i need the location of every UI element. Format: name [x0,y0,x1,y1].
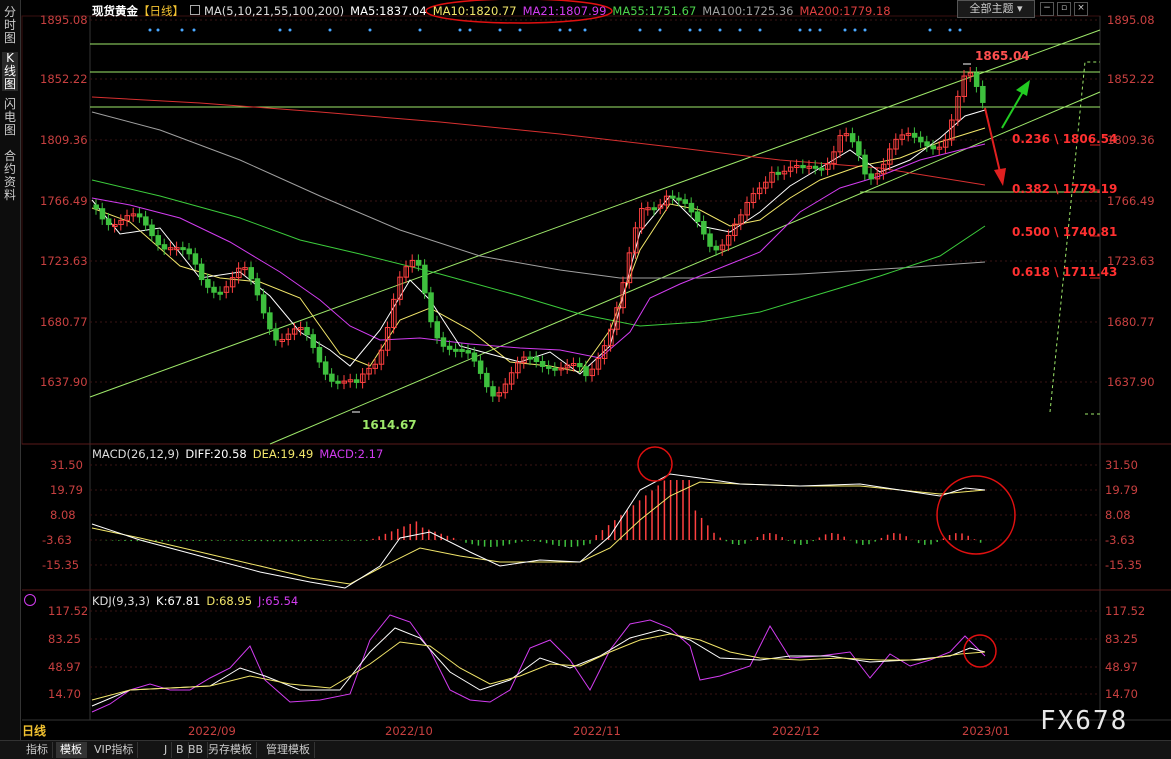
price-tick-label: 1637.90 [1107,375,1155,389]
tab-contract-info[interactable]: 合约资料 [2,150,18,202]
candlesticks [93,63,986,413]
instrument-name: 现货黄金 [92,4,138,18]
price-tick-label: 1852.22 [1107,72,1155,86]
ma-params: MA(5,10,21,55,100,200) [204,4,345,18]
up-arrow [1001,89,1025,129]
ma200-value: MA200:1779.18 [799,4,891,18]
side-tab-bar: 分时图 K线图 闪电图 合约资料 [0,0,21,740]
fib-0500: 0.500 \ 1740.81 [1012,225,1118,239]
date-tick-label: 2022/12 [772,724,820,738]
kdj-tick-label: 117.52 [1105,604,1146,618]
macd-header: MACD(26,12,9) DIFF:20.58 DEA:19.49 MACD:2.1… [92,447,389,461]
ma10-value: MA10:1820.77 [432,4,517,18]
macd-tick-label: -15.35 [42,558,80,572]
price-tick-label: 1723.63 [40,254,88,268]
tab-intraday[interactable]: 分时图 [2,6,18,45]
channel-lower-line [269,91,1101,445]
fib-0382: 0.382 \ 1779.19 [1012,182,1118,196]
date-tick-label: 2022/11 [573,724,621,738]
macd-tick-label: 8.08 [50,508,76,522]
macd-value: MACD:2.17 [319,447,384,461]
watermark: FX678 [1040,706,1129,736]
signal-dots [148,28,962,32]
price-tick-label: 1852.22 [40,72,88,86]
theme-dropdown[interactable]: 全部主题 ▾ [957,0,1035,18]
toolbar-3[interactable]: J [160,742,173,758]
ma5-value: MA5:1837.04 [350,4,427,18]
toolbar-2[interactable]: VIP指标 [90,742,139,758]
macd-tick-label: 19.79 [1105,483,1138,497]
ma-toggle-icon[interactable] [190,5,200,15]
high-label: 1865.04 [975,49,1030,63]
toolbar-6[interactable]: 另存模板 [204,742,257,758]
macd-tick-label: -3.63 [1105,533,1135,547]
ma21-value: MA21:1807.99 [522,4,607,18]
price-tick-label: 1766.49 [1107,194,1155,208]
macd-dea: DEA:19.49 [252,447,314,461]
close-icon[interactable]: × [1074,2,1088,16]
kdj-tick-label: 117.52 [48,604,89,618]
tab-kline[interactable]: K线图 [2,52,18,91]
theme-dropdown-label: 全部主题 [969,2,1014,15]
main-panel-frame [21,15,1101,445]
kdj-j: J:65.54 [258,594,299,608]
price-tick-label: 1680.77 [1107,315,1155,329]
kdj-params: KDJ(9,3,3) [92,594,151,608]
kdj-d: D:68.95 [206,594,253,608]
price-tick-label: 1895.08 [1107,13,1155,27]
price-tick-label: 1809.36 [1107,133,1155,147]
kdj-settings-icon[interactable] [24,594,36,606]
kdj-tick-label: 48.97 [1105,660,1138,674]
price-tick-label: 1637.90 [40,375,88,389]
price-tick-label: 1766.49 [40,194,88,208]
kdj-tick-label: 83.25 [1105,632,1138,646]
kdj-tick-label: 14.70 [1105,687,1138,701]
period-tag: 【日线】 [138,4,184,18]
date-tick-label: 2022/10 [385,724,433,738]
toolbar-7[interactable]: 管理模板 [262,742,315,758]
ma100-value: MA100:1725.36 [702,4,794,18]
fib-0618: 0.618 \ 1711.43 [1012,265,1118,279]
low-label: 1614.67 [362,418,417,432]
price-tick-label: 1895.08 [40,13,88,27]
kdj-k: K:67.81 [156,594,201,608]
chart-area[interactable] [20,0,1171,740]
macd-params: MACD(26,12,9) [92,447,180,461]
period-selector[interactable]: 日线 [22,722,72,740]
restore-icon[interactable]: ▫ [1057,2,1071,16]
macd-tick-label: -15.35 [1105,558,1143,572]
date-tick-label: 2023/01 [962,724,1010,738]
price-tick-label: 1723.63 [1107,254,1155,268]
main-chart-header: 现货黄金【日线】 MA(5,10,21,55,100,200) MA5:1837.0… [92,3,897,19]
price-tick-label: 1680.77 [40,315,88,329]
channel-upper-line [89,29,1101,398]
date-tick-label: 2022/09 [188,724,236,738]
kdj-tick-label: 48.97 [48,660,81,674]
bottom-toolbar: 指标 模板 VIP指标 J B BB 另存模板 管理模板 [0,740,1171,759]
macd-tick-label: 31.50 [50,458,83,472]
macd-tick-label: -3.63 [42,533,72,547]
macd-tick-label: 31.50 [1105,458,1138,472]
fib-0236: 0.236 \ 1806.54 [1012,132,1118,146]
kdj-tick-label: 83.25 [48,632,81,646]
macd-diff: DIFF:20.58 [185,447,247,461]
minimize-icon[interactable]: − [1040,2,1054,16]
toolbar-1[interactable]: 模板 [56,742,87,758]
macd-tick-label: 8.08 [1105,508,1131,522]
kdj-tick-label: 14.70 [48,687,81,701]
toolbar-0[interactable]: 指标 [22,742,53,758]
tab-flash-chart[interactable]: 闪电图 [2,98,18,137]
chevron-down-icon: ▾ [1016,2,1023,15]
kdj-header: KDJ(9,3,3) K:67.81 D:68.95 J:65.54 [92,594,304,608]
macd-tick-label: 19.79 [50,483,83,497]
macd-peak-circle [637,446,673,482]
price-tick-label: 1809.36 [40,133,88,147]
ma55-value: MA55:1751.67 [612,4,697,18]
